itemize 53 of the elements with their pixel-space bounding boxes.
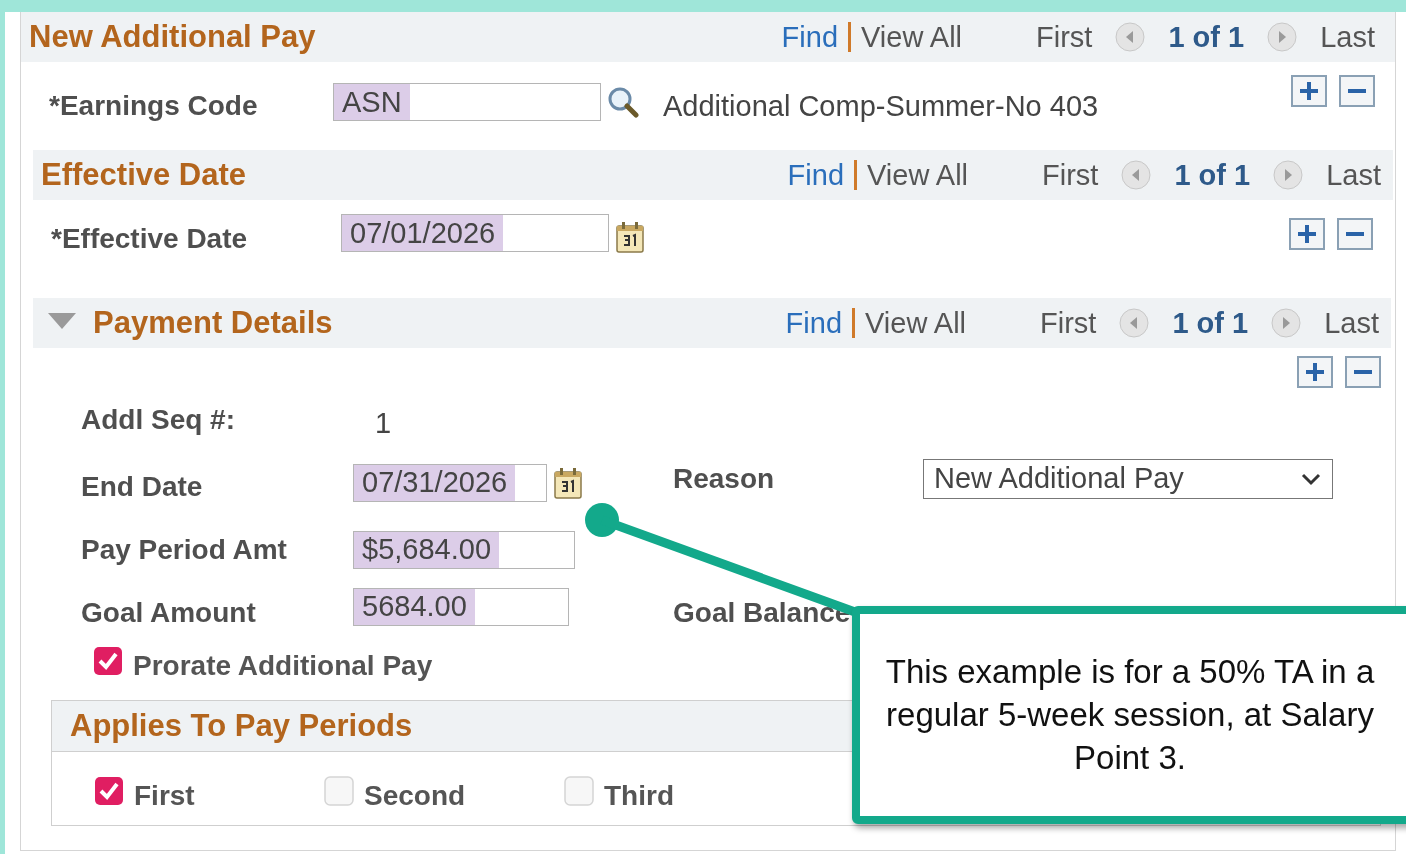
find-link[interactable]: Find (787, 158, 844, 192)
first-label: First (1042, 158, 1099, 192)
last-label: Last (1320, 20, 1375, 54)
section-title: Payment Details (93, 305, 333, 341)
input-field[interactable]: ASN (333, 83, 601, 121)
input-field[interactable]: 07/31/2026 (353, 463, 547, 502)
delete-row-icon[interactable] (1339, 75, 1375, 107)
calendar-icon (615, 221, 645, 253)
field-label: End Date (81, 469, 204, 504)
delete-row-icon[interactable] (1337, 218, 1373, 250)
input-field[interactable]: 5684.00 (353, 587, 569, 626)
field-label: Goal Balance (673, 595, 852, 630)
section-title: Effective Date (41, 157, 247, 193)
find-link[interactable]: Find (781, 20, 838, 54)
row-count: 1 of 1 (1172, 306, 1249, 340)
last-label: Last (1326, 158, 1381, 192)
checkbox-label: Third (604, 780, 674, 812)
row-count: 1 of 1 (1168, 20, 1245, 54)
checkbox-label: Prorate Additional Pay (133, 650, 433, 682)
checkbox[interactable] (94, 776, 124, 806)
field-label: Goal Amount (81, 595, 257, 630)
input-field[interactable]: 07/01/2026 (341, 214, 609, 252)
view-all-link[interactable]: View All (865, 306, 967, 340)
last-label: Last (1324, 306, 1379, 340)
section-title: Applies To Pay Periods (70, 708, 413, 744)
search-icon[interactable] (607, 86, 639, 118)
field-label: Addl Seq #: (81, 402, 236, 437)
checkbox-label: First (134, 780, 195, 812)
first-label: First (1036, 20, 1093, 54)
add-row-icon[interactable] (1289, 218, 1325, 250)
find-link[interactable]: Find (785, 306, 842, 340)
checkbox-label: Second (364, 780, 466, 812)
section-title: New Additional Pay (29, 19, 316, 55)
field-label: Pay Period Amt (81, 532, 288, 567)
sequence-value: 1 (374, 406, 393, 441)
field-label: *Earnings Code (49, 90, 259, 122)
input-field[interactable]: $5,684.00 (353, 530, 575, 569)
field-label: Reason (673, 461, 776, 496)
reason-dropdown[interactable]: New Additional Pay (923, 458, 1333, 499)
delete-row-icon[interactable] (1345, 356, 1381, 388)
earnings-description: Additional Comp-Summer-No 403 (663, 89, 1099, 123)
callout-text: This example is for a 50% TA in a regular 5-week session, at Salary Point 3. (884, 652, 1376, 778)
add-row-icon[interactable] (1291, 75, 1327, 107)
view-all-link[interactable]: View All (861, 20, 963, 54)
checkbox[interactable] (564, 776, 594, 806)
row-count: 1 of 1 (1174, 158, 1251, 192)
first-label: First (1040, 306, 1097, 340)
calendar-icon (553, 466, 583, 499)
view-all-link[interactable]: View All (867, 158, 969, 192)
add-row-icon[interactable] (1297, 356, 1333, 388)
checkbox[interactable] (93, 646, 123, 676)
checkbox[interactable] (324, 776, 354, 806)
field-label: *Effective Date (51, 223, 249, 255)
